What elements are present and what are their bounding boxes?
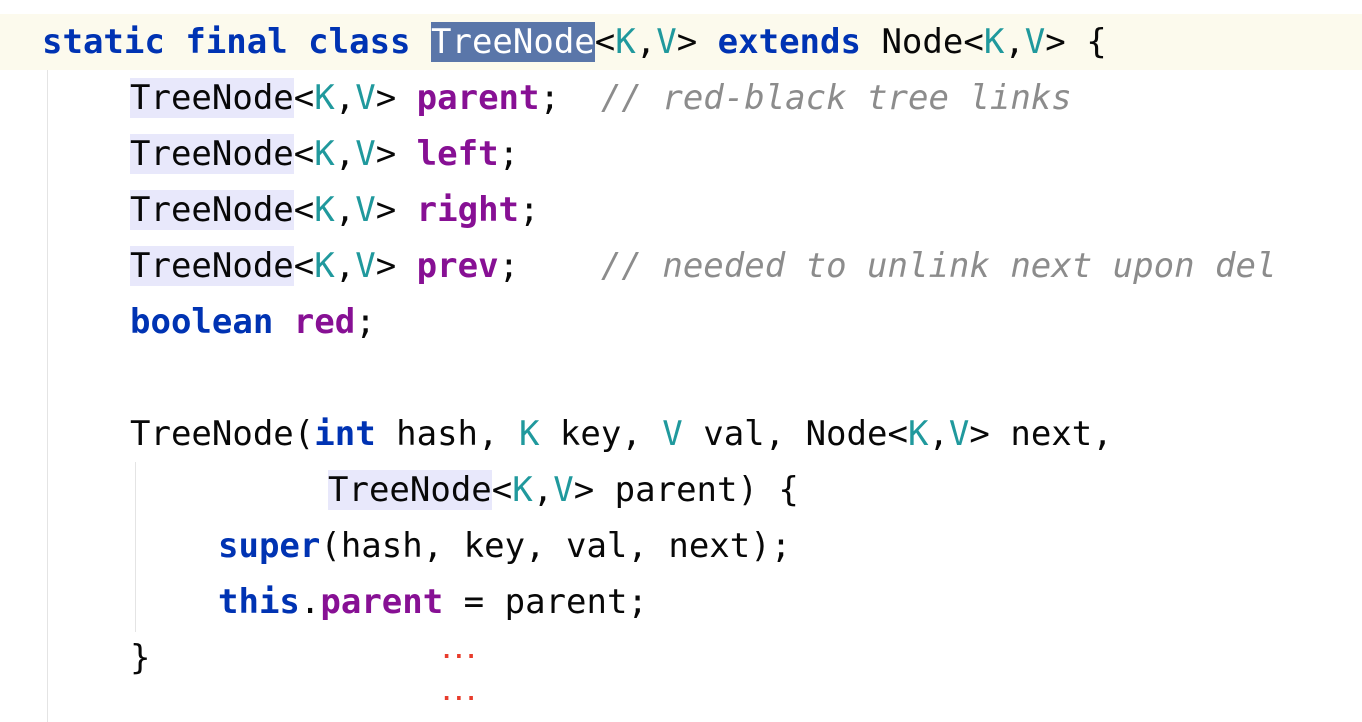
- generic-open: <: [491, 470, 513, 510]
- type-param-v: V: [355, 134, 376, 174]
- comma: ,: [334, 134, 356, 174]
- keyword-this: this: [218, 582, 300, 622]
- code-line-field-red[interactable]: boolean red;: [130, 294, 376, 350]
- code-line-field-left[interactable]: TreeNode<K,V> left;: [130, 126, 519, 182]
- dot: .: [299, 582, 321, 622]
- type-param-k: K: [314, 246, 335, 286]
- close-brace: }: [130, 638, 151, 678]
- generic-close: >: [375, 246, 397, 286]
- comma: ,: [1004, 22, 1025, 62]
- code-line-constructor-param-parent[interactable]: TreeNode<K,V> parent) {: [328, 462, 799, 518]
- type-usage-treenode: TreeNode: [130, 190, 294, 230]
- type-param-v: V: [355, 78, 376, 118]
- semicolon: ;: [498, 134, 520, 174]
- comment: // needed to unlink next upon del: [600, 246, 1277, 286]
- generic-open: <: [293, 246, 315, 286]
- semicolon: ;: [539, 78, 560, 118]
- comma: ,: [532, 470, 554, 510]
- generic-open: <: [293, 190, 315, 230]
- comma: ,: [334, 78, 356, 118]
- type-param-k: K: [518, 414, 540, 454]
- type-param-k: K: [512, 470, 533, 510]
- generic-close: >: [1045, 22, 1066, 62]
- type-param-k: K: [983, 22, 1005, 62]
- code-line-class-declaration[interactable]: static final class TreeNode<K,V> extends…: [42, 14, 1107, 70]
- code-line-super-call[interactable]: super(hash, key, val, next);: [218, 518, 791, 574]
- type-param-v: V: [355, 246, 376, 286]
- type-param-k: K: [314, 190, 335, 230]
- type-usage-treenode: TreeNode: [130, 134, 294, 174]
- type-param-k: K: [907, 414, 929, 454]
- super-type-name: Node: [881, 22, 964, 62]
- param-text: hash,: [375, 414, 519, 454]
- type-param-v: V: [355, 190, 376, 230]
- keyword-static: static: [42, 22, 165, 62]
- generic-close: >: [573, 470, 595, 510]
- semicolon: ;: [355, 302, 376, 342]
- param-text: key,: [539, 414, 663, 454]
- code-line-field-prev[interactable]: TreeNode<K,V> prev; // needed to unlink …: [130, 238, 1276, 294]
- comment: // red-black tree links: [600, 78, 1072, 118]
- generic-open: <: [594, 22, 616, 62]
- field-name-left: left: [416, 134, 499, 174]
- generic-close: >: [375, 134, 397, 174]
- type-param-v: V: [662, 414, 683, 454]
- comma: ,: [928, 414, 949, 454]
- generic-close: >: [969, 414, 990, 454]
- code-line-field-right[interactable]: TreeNode<K,V> right;: [130, 182, 540, 238]
- code-editor[interactable]: static final class TreeNode<K,V> extends…: [0, 0, 1362, 722]
- keyword-int: int: [314, 414, 376, 454]
- constructor-name: TreeNode: [130, 414, 294, 454]
- generic-close: >: [676, 22, 698, 62]
- type-param-v: V: [553, 470, 574, 510]
- field-name-parent: parent: [416, 78, 540, 118]
- field-name-right: right: [416, 190, 520, 230]
- comma: ,: [334, 190, 356, 230]
- semicolon: ;: [519, 190, 540, 230]
- super-args: (hash, key, val, next);: [320, 526, 792, 566]
- keyword-class: class: [308, 22, 411, 62]
- generic-open: <: [293, 134, 315, 174]
- indent-guide: [47, 70, 48, 722]
- param-text: val, Node: [682, 414, 888, 454]
- type-param-k: K: [314, 78, 335, 118]
- comma: ,: [635, 22, 657, 62]
- keyword-final: final: [185, 22, 288, 62]
- keyword-extends: extends: [717, 22, 861, 62]
- fold-marker-icon[interactable]: ...: [440, 683, 478, 705]
- type-param-v: V: [1024, 22, 1046, 62]
- generic-open: <: [887, 414, 908, 454]
- code-line-this-assign[interactable]: this.parent = parent;: [218, 574, 648, 630]
- generic-open: <: [293, 78, 315, 118]
- keyword-boolean: boolean: [130, 302, 274, 342]
- indent-guide: [135, 462, 136, 632]
- open-brace: {: [1086, 22, 1107, 62]
- type-param-k: K: [314, 134, 335, 174]
- selected-class-name[interactable]: TreeNode: [431, 22, 595, 62]
- type-param-v: V: [948, 414, 970, 454]
- field-name-red: red: [293, 302, 356, 342]
- code-line-close-brace[interactable]: }: [130, 630, 150, 686]
- type-usage-treenode: TreeNode: [328, 470, 492, 510]
- code-line-constructor-signature[interactable]: TreeNode(int hash, K key, V val, Node<K,…: [130, 406, 1113, 462]
- keyword-super: super: [218, 526, 321, 566]
- assign-text: = parent;: [443, 582, 648, 622]
- field-name-prev: prev: [416, 246, 499, 286]
- field-ref-parent: parent: [320, 582, 444, 622]
- fold-marker-icon[interactable]: ...: [440, 641, 478, 663]
- generic-close: >: [375, 78, 397, 118]
- type-param-v: V: [656, 22, 677, 62]
- comma: ,: [334, 246, 356, 286]
- generic-close: >: [375, 190, 397, 230]
- type-usage-treenode: TreeNode: [130, 246, 294, 286]
- param-text: parent) {: [594, 470, 799, 510]
- semicolon: ;: [498, 246, 520, 286]
- open-paren: (: [293, 414, 315, 454]
- param-text: next,: [989, 414, 1113, 454]
- code-line-field-parent[interactable]: TreeNode<K,V> parent; // red-black tree …: [130, 70, 1072, 126]
- type-param-k: K: [615, 22, 636, 62]
- generic-open: <: [963, 22, 984, 62]
- type-usage-treenode: TreeNode: [130, 78, 294, 118]
